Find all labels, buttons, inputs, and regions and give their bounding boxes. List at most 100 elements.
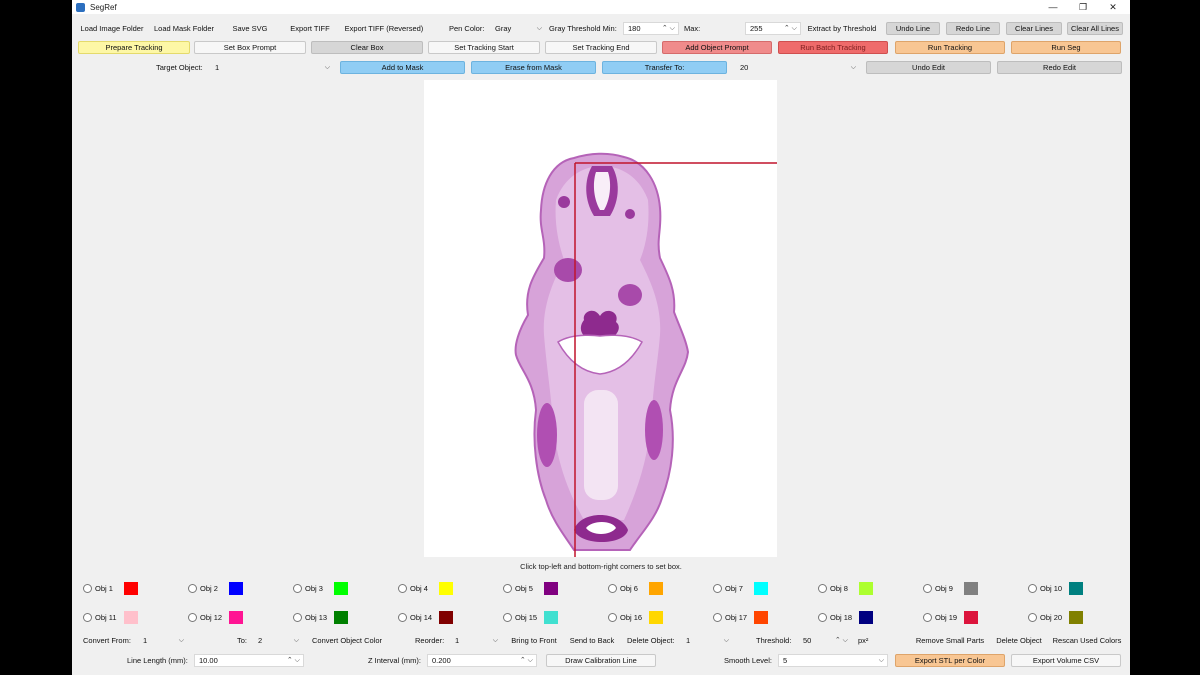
threshold-spinbox[interactable]: 50 ⌃ ⌵	[798, 634, 852, 647]
object-checkbox[interactable]	[398, 583, 407, 593]
spin-arrows-icon[interactable]: ⌃ ⌵	[662, 23, 675, 34]
spin-arrows-icon[interactable]: ⌃ ⌵	[835, 635, 848, 646]
undo-edit-button[interactable]: Undo Edit	[866, 61, 991, 74]
undo-line-button[interactable]: Undo Line	[886, 22, 940, 35]
restore-button[interactable]: ❐	[1068, 0, 1098, 14]
object-checkbox[interactable]	[398, 612, 407, 622]
add-object-prompt-button[interactable]: Add Object Prompt	[662, 41, 772, 54]
redo-line-button[interactable]: Redo Line	[946, 22, 1000, 35]
object-checkbox[interactable]	[293, 612, 302, 622]
object-color-swatch[interactable]	[334, 581, 348, 595]
spin-arrows-icon[interactable]: ⌃ ⌵	[784, 23, 797, 34]
remove-small-parts-button[interactable]: Remove Small Parts	[914, 634, 986, 647]
object-color-swatch[interactable]	[544, 610, 558, 624]
object-checkbox[interactable]	[83, 583, 92, 593]
object-checkbox[interactable]	[923, 583, 932, 593]
to-select[interactable]: 2 ⌵	[253, 634, 303, 647]
load-image-folder-button[interactable]: Load Image Folder	[78, 22, 146, 35]
set-tracking-end-button[interactable]: Set Tracking End	[545, 41, 657, 54]
run-tracking-button[interactable]: Run Tracking	[895, 41, 1005, 54]
object-item[interactable]: Obj 15	[503, 610, 558, 624]
object-color-swatch[interactable]	[1069, 581, 1083, 595]
draw-calibration-line-button[interactable]: Draw Calibration Line	[546, 654, 656, 667]
object-item[interactable]: Obj 6	[608, 581, 663, 595]
object-color-swatch[interactable]	[544, 581, 558, 595]
run-batch-tracking-button[interactable]: Run Batch Tracking	[778, 41, 888, 54]
close-button[interactable]: ✕	[1098, 0, 1128, 14]
bring-to-front-button[interactable]: Bring to Front	[506, 634, 562, 647]
delete-object-select[interactable]: 1 ⌵	[681, 634, 733, 647]
object-checkbox[interactable]	[83, 612, 92, 622]
max-spinbox[interactable]: 255 ⌃ ⌵	[745, 22, 801, 35]
redo-edit-button[interactable]: Redo Edit	[997, 61, 1122, 74]
object-checkbox[interactable]	[1028, 583, 1037, 593]
load-mask-folder-button[interactable]: Load Mask Folder	[152, 22, 216, 35]
object-item[interactable]: Obj 2	[188, 581, 243, 595]
object-checkbox[interactable]	[503, 612, 512, 622]
spin-arrows-icon[interactable]: ⌃ ⌵	[287, 655, 300, 666]
object-color-swatch[interactable]	[964, 581, 978, 595]
object-color-swatch[interactable]	[649, 581, 663, 595]
object-item[interactable]: Obj 1	[83, 581, 138, 595]
rescan-used-colors-button[interactable]: Rescan Used Colors	[1050, 634, 1124, 647]
object-item[interactable]: Obj 8	[818, 581, 873, 595]
minimize-button[interactable]: —	[1038, 0, 1068, 14]
object-color-swatch[interactable]	[649, 610, 663, 624]
object-checkbox[interactable]	[608, 612, 617, 622]
extract-by-threshold-button[interactable]: Extract by Threshold	[804, 22, 880, 35]
object-checkbox[interactable]	[923, 612, 932, 622]
z-interval-spinbox[interactable]: 0.200 ⌃ ⌵	[427, 654, 537, 667]
erase-from-mask-button[interactable]: Erase from Mask	[471, 61, 596, 74]
object-item[interactable]: Obj 9	[923, 581, 978, 595]
object-color-swatch[interactable]	[334, 610, 348, 624]
smooth-level-select[interactable]: 5 ⌵	[778, 654, 888, 667]
object-item[interactable]: Obj 18	[818, 610, 873, 624]
object-item[interactable]: Obj 13	[293, 610, 348, 624]
object-checkbox[interactable]	[188, 612, 197, 622]
clear-box-button[interactable]: Clear Box	[311, 41, 423, 54]
object-item[interactable]: Obj 16	[608, 610, 663, 624]
object-color-swatch[interactable]	[1069, 610, 1083, 624]
run-seg-button[interactable]: Run Seg	[1011, 41, 1121, 54]
object-color-swatch[interactable]	[859, 610, 873, 624]
set-box-prompt-button[interactable]: Set Box Prompt	[194, 41, 306, 54]
object-item[interactable]: Obj 11	[83, 610, 138, 624]
object-checkbox[interactable]	[818, 583, 827, 593]
transfer-to-select[interactable]: 20 ⌵	[735, 61, 860, 74]
gray-threshold-min-spinbox[interactable]: 180 ⌃ ⌵	[623, 22, 679, 35]
clear-lines-button[interactable]: Clear Lines	[1006, 22, 1062, 35]
transfer-to-button[interactable]: Transfer To:	[602, 61, 727, 74]
object-color-swatch[interactable]	[859, 581, 873, 595]
send-to-back-button[interactable]: Send to Back	[566, 634, 618, 647]
pen-color-select[interactable]: Gray ⌵	[490, 22, 546, 35]
object-item[interactable]: Obj 20	[1028, 610, 1083, 624]
line-length-spinbox[interactable]: 10.00 ⌃ ⌵	[194, 654, 304, 667]
convert-from-select[interactable]: 1 ⌵	[138, 634, 188, 647]
export-tiff-reversed-button[interactable]: Export TIFF (Reversed)	[342, 22, 426, 35]
object-color-swatch[interactable]	[754, 610, 768, 624]
object-checkbox[interactable]	[713, 612, 722, 622]
object-item[interactable]: Obj 3	[293, 581, 348, 595]
object-checkbox[interactable]	[188, 583, 197, 593]
clear-all-lines-button[interactable]: Clear All Lines	[1067, 22, 1123, 35]
object-color-swatch[interactable]	[229, 610, 243, 624]
object-item[interactable]: Obj 19	[923, 610, 978, 624]
object-item[interactable]: Obj 17	[713, 610, 768, 624]
object-color-swatch[interactable]	[439, 581, 453, 595]
export-stl-per-color-button[interactable]: Export STL per Color	[895, 654, 1005, 667]
object-item[interactable]: Obj 12	[188, 610, 243, 624]
convert-object-color-button[interactable]: Convert Object Color	[308, 634, 386, 647]
object-item[interactable]: Obj 4	[398, 581, 453, 595]
object-color-swatch[interactable]	[124, 581, 138, 595]
object-item[interactable]: Obj 10	[1028, 581, 1083, 595]
delete-object-button[interactable]: Delete Object	[992, 634, 1046, 647]
export-volume-csv-button[interactable]: Export Volume CSV	[1011, 654, 1121, 667]
object-checkbox[interactable]	[818, 612, 827, 622]
set-tracking-start-button[interactable]: Set Tracking Start	[428, 41, 540, 54]
prepare-tracking-button[interactable]: Prepare Tracking	[78, 41, 190, 54]
object-color-swatch[interactable]	[439, 610, 453, 624]
object-color-swatch[interactable]	[964, 610, 978, 624]
object-checkbox[interactable]	[608, 583, 617, 593]
object-checkbox[interactable]	[293, 583, 302, 593]
image-canvas[interactable]	[424, 80, 777, 557]
